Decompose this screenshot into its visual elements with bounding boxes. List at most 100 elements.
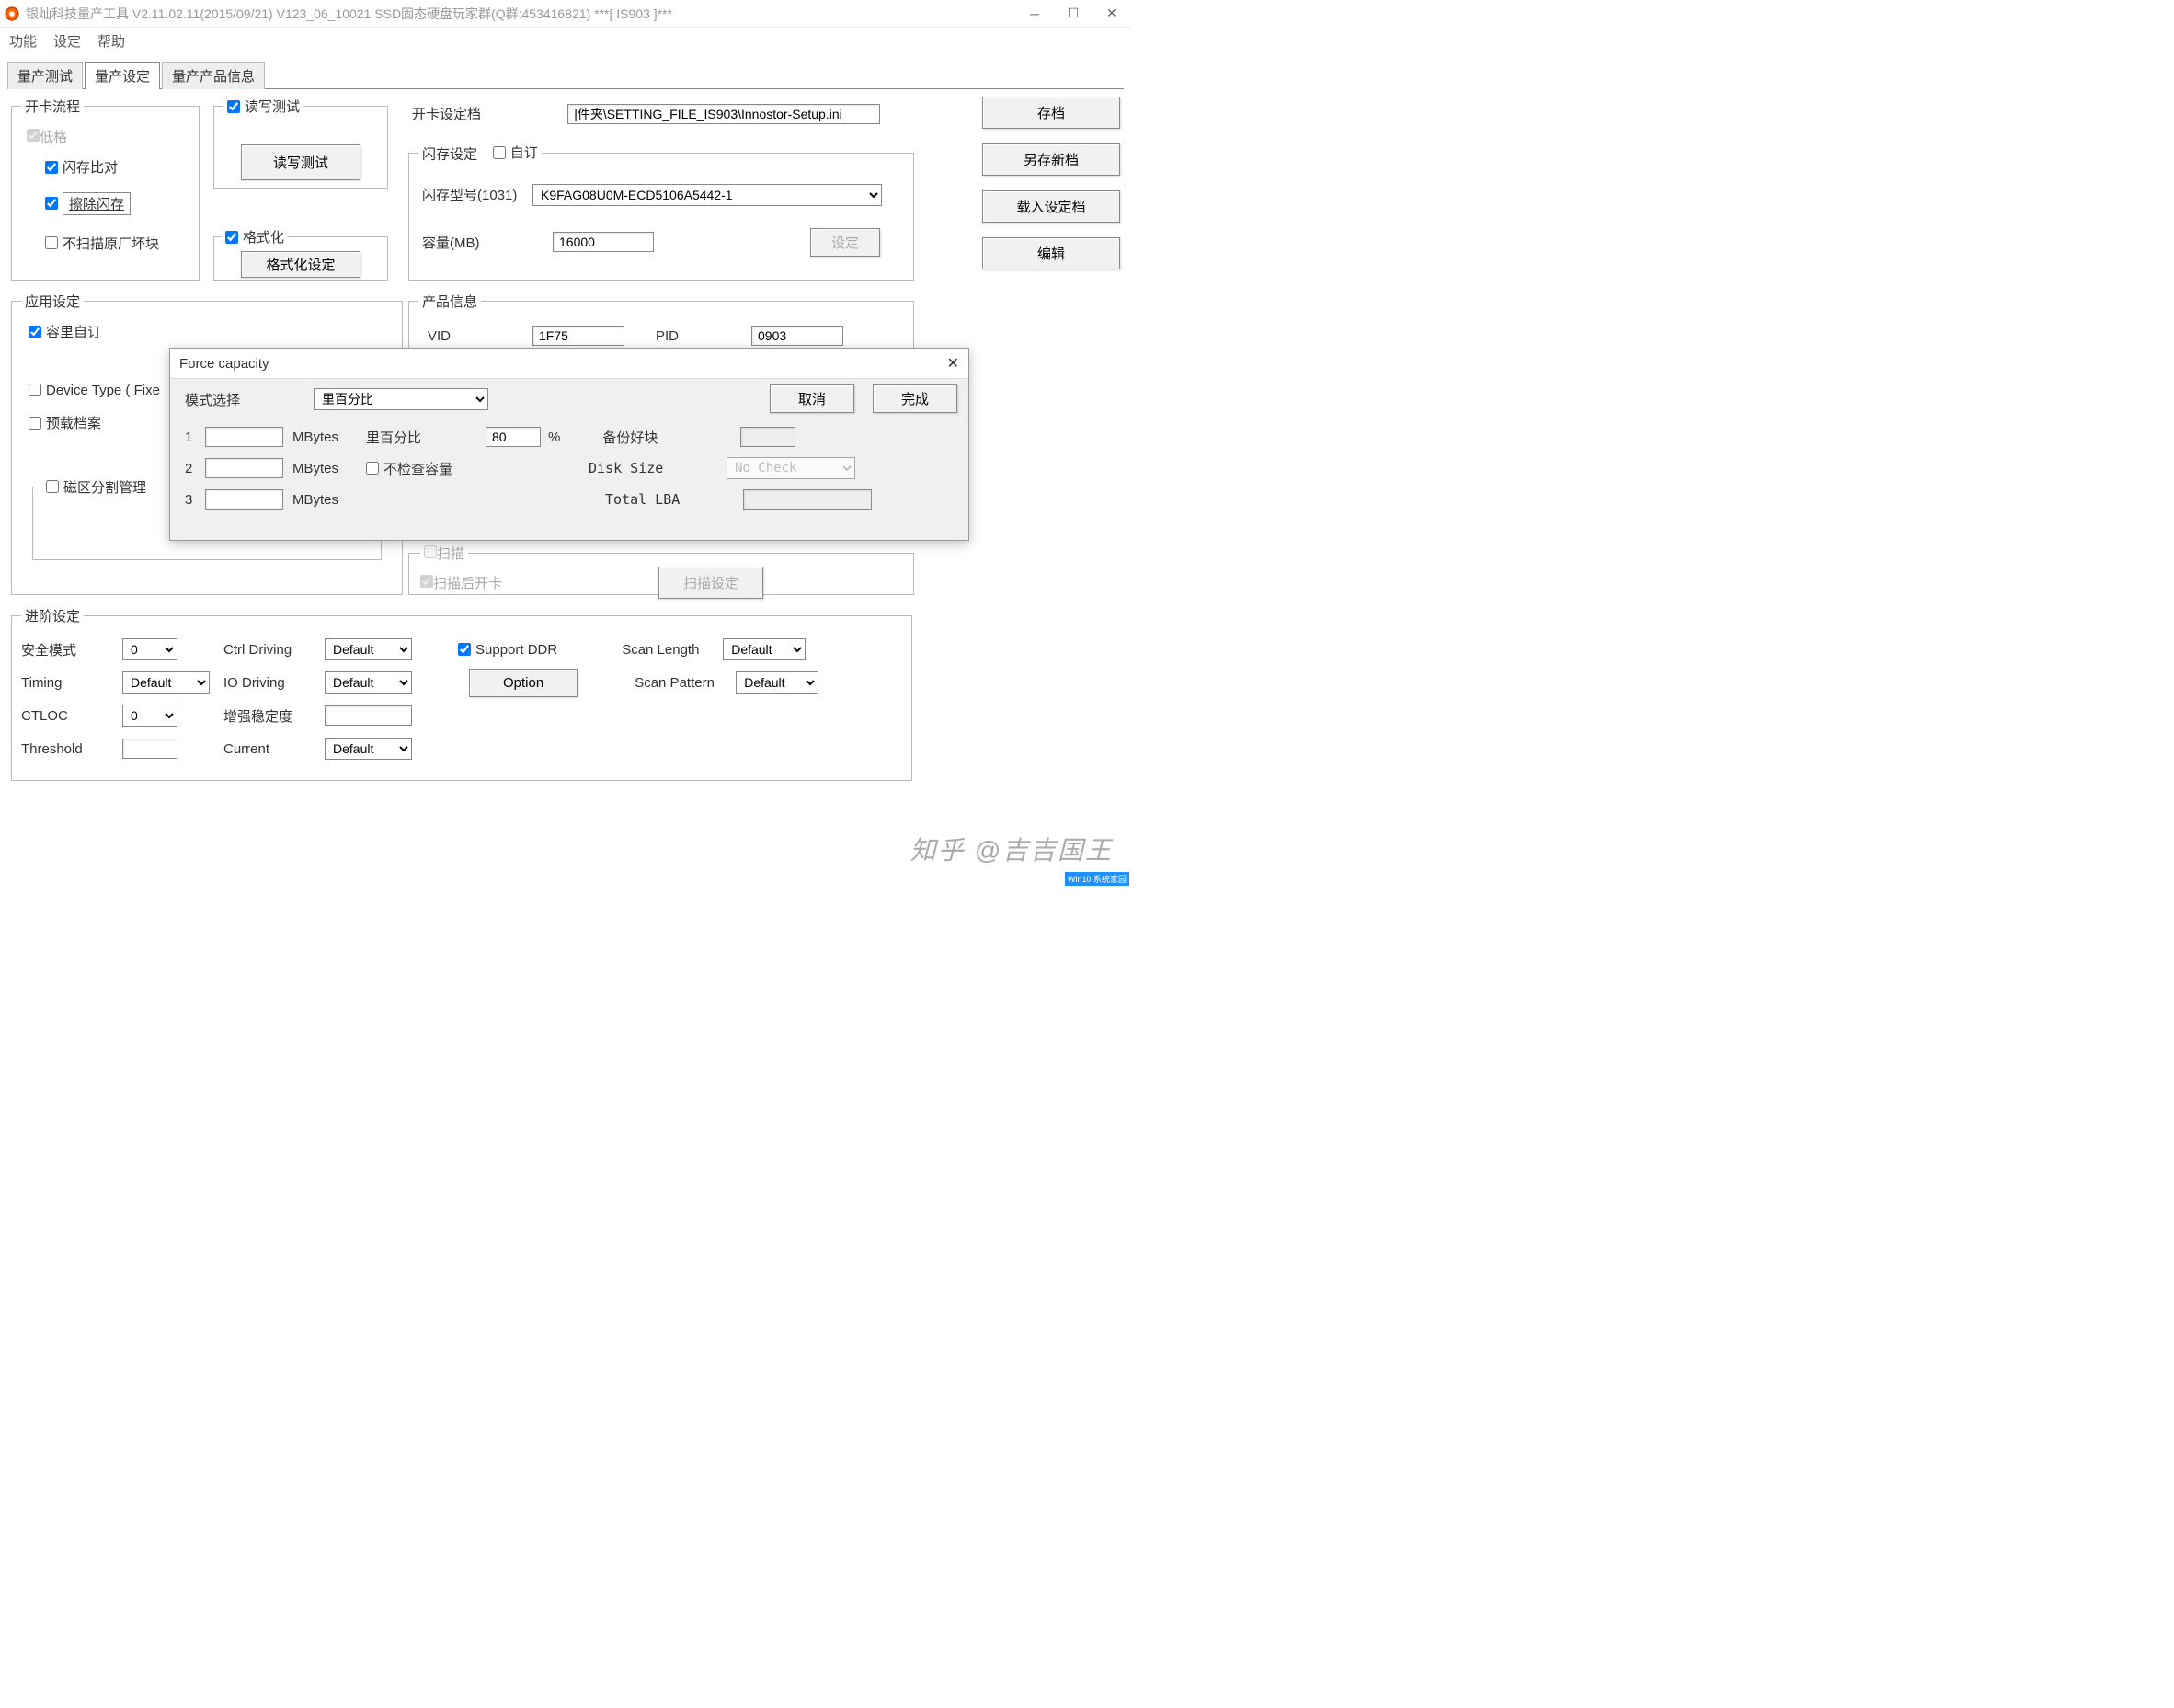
menu-function[interactable]: 功能 bbox=[9, 31, 37, 51]
lbl-ctloc: CTLOC bbox=[21, 708, 122, 724]
chk-support-ddr[interactable]: Support DDR bbox=[458, 642, 557, 658]
input-total-lba bbox=[743, 489, 872, 510]
lbl-disksize: Disk Size bbox=[589, 460, 690, 476]
lbl-mode-select: 模式选择 bbox=[185, 390, 268, 409]
chk-flash-compare[interactable]: 闪存比对 bbox=[45, 157, 118, 177]
group-product-title: 产品信息 bbox=[418, 292, 481, 311]
btn-flash-set: 设定 bbox=[810, 228, 880, 257]
group-card-flow: 开卡流程 低格 闪存比对 擦除闪存 不扫描原厂坏块 bbox=[11, 97, 200, 281]
menu-help[interactable]: 帮助 bbox=[97, 31, 125, 51]
dialog-close-icon[interactable]: ✕ bbox=[947, 354, 959, 373]
input-capacity[interactable] bbox=[553, 232, 654, 252]
lbl-safe-mode: 安全模式 bbox=[21, 640, 122, 659]
input-mb1[interactable] bbox=[205, 427, 283, 447]
lbl-vid: VID bbox=[428, 328, 483, 344]
btn-save-as[interactable]: 另存新档 bbox=[982, 143, 1120, 176]
tab-bar: 量产测试 量产设定 量产产品信息 bbox=[0, 53, 1131, 88]
lbl-pid: PID bbox=[656, 328, 702, 344]
lbl-current: Current bbox=[223, 741, 325, 757]
sel-mode[interactable]: 里百分比 bbox=[314, 388, 488, 410]
btn-load[interactable]: 载入设定档 bbox=[982, 190, 1120, 223]
lbl-stability: 增强稳定度 bbox=[223, 706, 325, 726]
tab-mp-setting[interactable]: 量产设定 bbox=[85, 62, 160, 89]
chk-rw-test[interactable]: 读写测试 bbox=[227, 97, 300, 116]
sel-io-driving[interactable]: Default bbox=[325, 671, 412, 694]
btn-format-setting[interactable]: 格式化设定 bbox=[241, 251, 360, 278]
chk-partition[interactable]: 磁区分割管理 bbox=[46, 477, 146, 497]
input-backup bbox=[740, 427, 795, 447]
chk-nocheck-cap[interactable]: 不检查容量 bbox=[366, 459, 452, 478]
chk-device-type[interactable]: Device Type ( Fixe bbox=[29, 383, 160, 398]
sel-scan-length[interactable]: Default bbox=[723, 638, 806, 660]
corner-badge: Win10 系统家园 bbox=[1065, 872, 1129, 886]
sel-ctrl-driving[interactable]: Default bbox=[325, 638, 412, 660]
lbl-timing: Timing bbox=[21, 675, 122, 691]
input-setting-file[interactable] bbox=[567, 104, 880, 124]
lbl-row1: 1 bbox=[185, 430, 200, 445]
lbl-backup: 备份好块 bbox=[602, 428, 694, 447]
lbl-capacity: 容量(MB) bbox=[422, 233, 532, 252]
btn-rw-test[interactable]: 读写测试 bbox=[241, 144, 360, 180]
btn-save[interactable]: 存档 bbox=[982, 97, 1120, 129]
lbl-total-lba: Total LBA bbox=[605, 491, 706, 508]
watermark: 知乎 @吉吉国王 bbox=[910, 831, 1113, 867]
lbl-scan-length: Scan Length bbox=[622, 642, 723, 658]
btn-cancel[interactable]: 取消 bbox=[770, 384, 854, 413]
lbl-setting-file: 开卡设定档 bbox=[412, 104, 481, 123]
group-app-title: 应用设定 bbox=[21, 292, 84, 311]
right-button-column: 存档 另存新档 载入设定档 编辑 bbox=[982, 97, 1120, 269]
btn-scan-setting: 扫描设定 bbox=[658, 567, 763, 599]
menu-settings[interactable]: 设定 bbox=[53, 31, 81, 51]
input-mb3[interactable] bbox=[205, 489, 283, 510]
select-flash-model[interactable]: K9FAG08U0M-ECD5106A5442-1 bbox=[532, 184, 882, 206]
titlebar: 银灿科技量产工具 V2.11.02.11(2015/09/21) V123_06… bbox=[0, 0, 1131, 28]
group-adv-title: 进阶设定 bbox=[21, 606, 84, 625]
lbl-row2: 2 bbox=[185, 461, 200, 476]
maximize-icon[interactable]: ☐ bbox=[1067, 7, 1080, 20]
chk-capacity-custom[interactable]: 容里自订 bbox=[29, 322, 101, 341]
btn-done[interactable]: 完成 bbox=[873, 384, 957, 413]
lbl-row3: 3 bbox=[185, 492, 200, 508]
input-threshold[interactable] bbox=[122, 739, 177, 759]
lbl-flash-model: 闪存型号(1031) bbox=[422, 185, 532, 204]
group-rw-test: 读写测试 读写测试 bbox=[213, 97, 388, 189]
input-pid[interactable] bbox=[751, 326, 843, 346]
btn-edit[interactable]: 编辑 bbox=[982, 237, 1120, 269]
sel-ctloc[interactable]: 0 bbox=[122, 705, 177, 727]
chk-scan-after: 扫描后开卡 bbox=[420, 573, 502, 592]
tab-mp-test[interactable]: 量产测试 bbox=[7, 62, 83, 89]
minimize-icon[interactable]: ─ bbox=[1028, 7, 1041, 20]
chk-flash-custom[interactable]: 自订 bbox=[493, 143, 538, 162]
sel-current[interactable]: Default bbox=[325, 738, 412, 760]
lbl-io-driving: IO Driving bbox=[223, 675, 325, 691]
group-advanced: 进阶设定 安全模式 0 Ctrl Driving Default Support… bbox=[11, 606, 912, 781]
close-icon[interactable]: ✕ bbox=[1105, 7, 1118, 20]
group-format: 格式化 格式化设定 bbox=[213, 227, 388, 281]
chk-scan: 扫描 bbox=[424, 544, 464, 563]
dialog-force-capacity: Force capacity ✕ 取消 完成 模式选择 里百分比 1 MByte… bbox=[169, 348, 969, 541]
sel-safe-mode[interactable]: 0 bbox=[122, 638, 177, 660]
chk-preload[interactable]: 预载档案 bbox=[29, 413, 101, 432]
input-vid[interactable] bbox=[532, 326, 624, 346]
sel-disksize: No Check bbox=[727, 457, 855, 479]
chk-erase-flash[interactable]: 擦除闪存 bbox=[45, 192, 131, 215]
input-stability[interactable] bbox=[325, 705, 412, 726]
lbl-scan-pattern: Scan Pattern bbox=[635, 675, 736, 691]
tab-mp-product[interactable]: 量产产品信息 bbox=[162, 62, 265, 89]
sel-scan-pattern[interactable]: Default bbox=[736, 671, 818, 694]
input-mb2[interactable] bbox=[205, 458, 283, 478]
app-icon bbox=[4, 6, 20, 22]
lbl-ctrl-driving: Ctrl Driving bbox=[223, 642, 325, 658]
window-title: 银灿科技量产工具 V2.11.02.11(2015/09/21) V123_06… bbox=[26, 5, 1028, 23]
group-scan: 扫描 扫描后开卡 扫描设定 bbox=[408, 544, 914, 595]
input-percent[interactable] bbox=[486, 427, 541, 447]
btn-option[interactable]: Option bbox=[469, 669, 578, 697]
window-controls: ─ ☐ ✕ bbox=[1028, 7, 1127, 20]
chk-noscan-bad[interactable]: 不扫描原厂坏块 bbox=[45, 234, 159, 253]
lbl-percent: 里百分比 bbox=[366, 428, 440, 447]
chk-format[interactable]: 格式化 bbox=[225, 227, 284, 246]
group-flash-setting: 闪存设定 自订 闪存型号(1031) K9FAG08U0M-ECD5106A54… bbox=[408, 143, 914, 281]
sel-timing[interactable]: Default bbox=[122, 671, 210, 694]
lbl-threshold: Threshold bbox=[21, 741, 122, 757]
chk-lowformat: 低格 bbox=[27, 127, 67, 146]
